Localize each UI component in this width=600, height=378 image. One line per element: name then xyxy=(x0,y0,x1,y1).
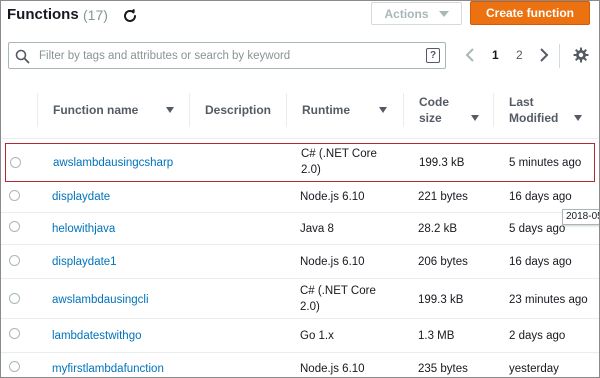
code-size-cell: 206 bytes xyxy=(418,256,468,268)
function-name-link[interactable]: lambdatestwithgo xyxy=(52,328,142,344)
table-row[interactable]: lambdatestwithgo Go 1.x 1.3 MB 2 days ag… xyxy=(1,319,599,353)
row-radio[interactable] xyxy=(9,293,20,304)
function-name-link[interactable]: displaydate xyxy=(52,189,110,205)
code-size-cell: 1.3 MB xyxy=(418,330,455,342)
search-box: ? xyxy=(8,42,446,69)
last-modified-cell: 2 days ago xyxy=(509,330,566,342)
runtime-cell: C# (.NET Core 2.0) xyxy=(300,285,376,313)
column-header-last-modified[interactable]: Last Modified xyxy=(493,93,599,127)
runtime-cell: Node.js 6.10 xyxy=(300,256,365,268)
help-icon[interactable]: ? xyxy=(426,48,440,63)
last-modified-cell: 23 minutes ago xyxy=(509,294,588,306)
code-size-cell: 28.2 kB xyxy=(418,223,457,235)
table-row[interactable]: displaydate Node.js 6.10 221 bytes 16 da… xyxy=(1,182,599,213)
last-modified-cell: yesterday xyxy=(509,363,559,375)
table-row[interactable]: helowithjava Java 8 28.2 kB 5 days ago xyxy=(1,213,599,245)
sort-caret-icon xyxy=(379,107,387,113)
table-row[interactable]: displaydate1 Node.js 6.10 206 bytes 16 d… xyxy=(1,245,599,279)
page-1-link[interactable]: 1 xyxy=(492,48,499,62)
caret-down-icon xyxy=(438,10,449,17)
row-radio[interactable] xyxy=(10,157,21,168)
create-function-button[interactable]: Create function xyxy=(470,1,590,25)
row-radio[interactable] xyxy=(9,361,20,372)
search-input[interactable] xyxy=(37,45,417,66)
search-icon xyxy=(15,49,30,64)
row-radio[interactable] xyxy=(9,255,20,266)
column-header-runtime[interactable]: Runtime xyxy=(286,93,403,127)
sort-caret-icon xyxy=(166,107,174,113)
actions-button[interactable]: Actions xyxy=(371,2,462,25)
function-name-link[interactable]: helowithjava xyxy=(52,221,115,237)
code-size-cell: 235 bytes xyxy=(418,363,468,375)
panel-header: Functions (17) Actions Create function xyxy=(1,1,599,35)
page-title: Functions xyxy=(7,6,79,23)
last-modified-cell: 16 days ago xyxy=(509,256,572,268)
function-name-link[interactable]: awslambdausingcsharp xyxy=(53,155,173,171)
code-size-cell: 221 bytes xyxy=(418,191,468,203)
sort-caret-icon xyxy=(471,115,479,121)
last-modified-tooltip: 2018-05 xyxy=(562,209,599,225)
runtime-cell: Node.js 6.10 xyxy=(300,191,365,203)
table-row[interactable]: awslambdausingcsharp C# (.NET Core 2.0) 1… xyxy=(5,143,595,182)
last-modified-cell: 16 days ago xyxy=(509,191,572,203)
refresh-icon[interactable] xyxy=(122,8,138,24)
column-header-description[interactable]: Description xyxy=(189,93,284,127)
runtime-cell: C# (.NET Core 2.0) xyxy=(301,148,377,176)
last-modified-cell: 5 days ago xyxy=(509,223,566,235)
row-radio[interactable] xyxy=(9,328,20,339)
table-row[interactable]: awslambdausingcli C# (.NET Core 2.0) 199.… xyxy=(1,279,599,319)
table-row[interactable]: myfirstlambdafunction Node.js 6.10 235 b… xyxy=(1,353,599,377)
runtime-cell: Node.js 6.10 xyxy=(300,363,365,375)
column-header-code-size[interactable]: Code size xyxy=(403,93,493,127)
function-name-link[interactable]: awslambdausingcli xyxy=(52,292,149,308)
code-size-cell: 199.3 kB xyxy=(419,157,465,169)
function-count: (17) xyxy=(83,7,108,23)
chevron-right-icon[interactable] xyxy=(538,46,550,64)
code-size-cell: 199.3 kB xyxy=(418,294,464,306)
row-radio[interactable] xyxy=(9,190,20,201)
gear-icon[interactable] xyxy=(573,47,589,63)
lambda-functions-panel: Functions (17) Actions Create function ?… xyxy=(0,0,600,378)
sort-caret-icon xyxy=(574,115,582,121)
row-radio[interactable] xyxy=(9,221,20,232)
actions-button-label: Actions xyxy=(384,6,429,21)
runtime-cell: Go 1.x xyxy=(300,330,334,342)
function-name-link[interactable]: myfirstlambdafunction xyxy=(52,361,164,377)
function-name-link[interactable]: displaydate1 xyxy=(52,254,117,270)
table-header: Function name Description Runtime Code s… xyxy=(1,81,599,139)
last-modified-cell: 5 minutes ago xyxy=(509,157,582,169)
chevron-left-icon[interactable] xyxy=(464,46,476,64)
runtime-cell: Java 8 xyxy=(300,223,334,235)
divider xyxy=(559,44,560,68)
page-2-link[interactable]: 2 xyxy=(516,48,523,62)
column-header-function-name[interactable]: Function name xyxy=(37,93,187,127)
